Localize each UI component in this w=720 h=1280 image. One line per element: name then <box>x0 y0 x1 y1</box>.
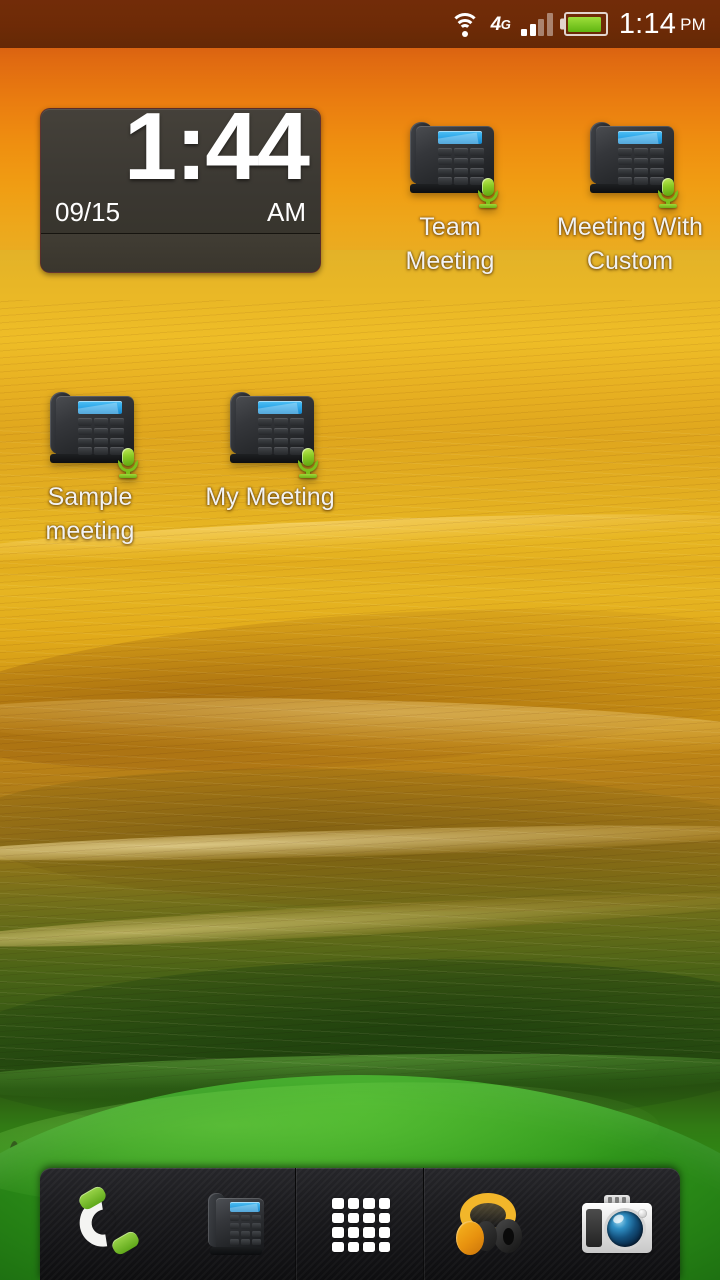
app-label: Sample meeting <box>45 483 135 545</box>
headphones-icon <box>446 1185 530 1263</box>
dock-item-music-player[interactable] <box>424 1168 552 1280</box>
app-icon-my-meeting[interactable]: My Meeting <box>195 388 345 514</box>
4g-network-icon: 4G <box>491 15 511 34</box>
dock-item-desk-phone-app[interactable] <box>168 1168 296 1280</box>
app-label: Meeting With Custom <box>557 213 703 275</box>
app-label: Team Meeting <box>405 213 495 275</box>
app-label: My Meeting <box>205 483 335 511</box>
status-bar-time: 1:14 <box>618 7 677 40</box>
microphone-badge-icon <box>296 448 320 478</box>
status-bar-clock: 1:14 PM <box>618 7 706 40</box>
microphone-badge-icon <box>656 178 680 208</box>
desk-phone-icon <box>222 388 318 478</box>
dock-item-phone-dialer[interactable] <box>40 1168 168 1280</box>
status-bar-meridiem: PM <box>680 14 706 34</box>
desk-phone-icon <box>190 1185 274 1263</box>
signal-strength-icon <box>521 12 553 36</box>
desk-phone-icon <box>402 118 498 208</box>
camera-icon <box>574 1185 658 1263</box>
desk-phone-icon <box>42 388 138 478</box>
app-icon-sample-meeting[interactable]: Sample meeting <box>15 388 165 548</box>
dock-item-app-drawer[interactable] <box>296 1168 424 1280</box>
dock-item-camera[interactable] <box>552 1168 680 1280</box>
dock <box>40 1168 680 1280</box>
desk-phone-icon <box>582 118 678 208</box>
battery-icon <box>563 12 608 36</box>
microphone-badge-icon <box>116 448 140 478</box>
phone-handset-icon <box>62 1184 146 1263</box>
app-icon-team-meeting[interactable]: Team Meeting <box>375 118 525 278</box>
app-drawer-grid-icon <box>318 1185 402 1263</box>
microphone-badge-icon <box>476 178 500 208</box>
wifi-icon <box>449 11 480 37</box>
status-bar[interactable]: 4G 1:14 PM <box>0 0 720 48</box>
4g-label: 4 <box>490 13 502 35</box>
home-screen-icon-grid: Team Meeting Meeting With Custom Sample … <box>0 0 720 1280</box>
4g-sublabel: G <box>500 16 511 32</box>
app-icon-meeting-with-customer[interactable]: Meeting With Custom <box>555 118 705 278</box>
